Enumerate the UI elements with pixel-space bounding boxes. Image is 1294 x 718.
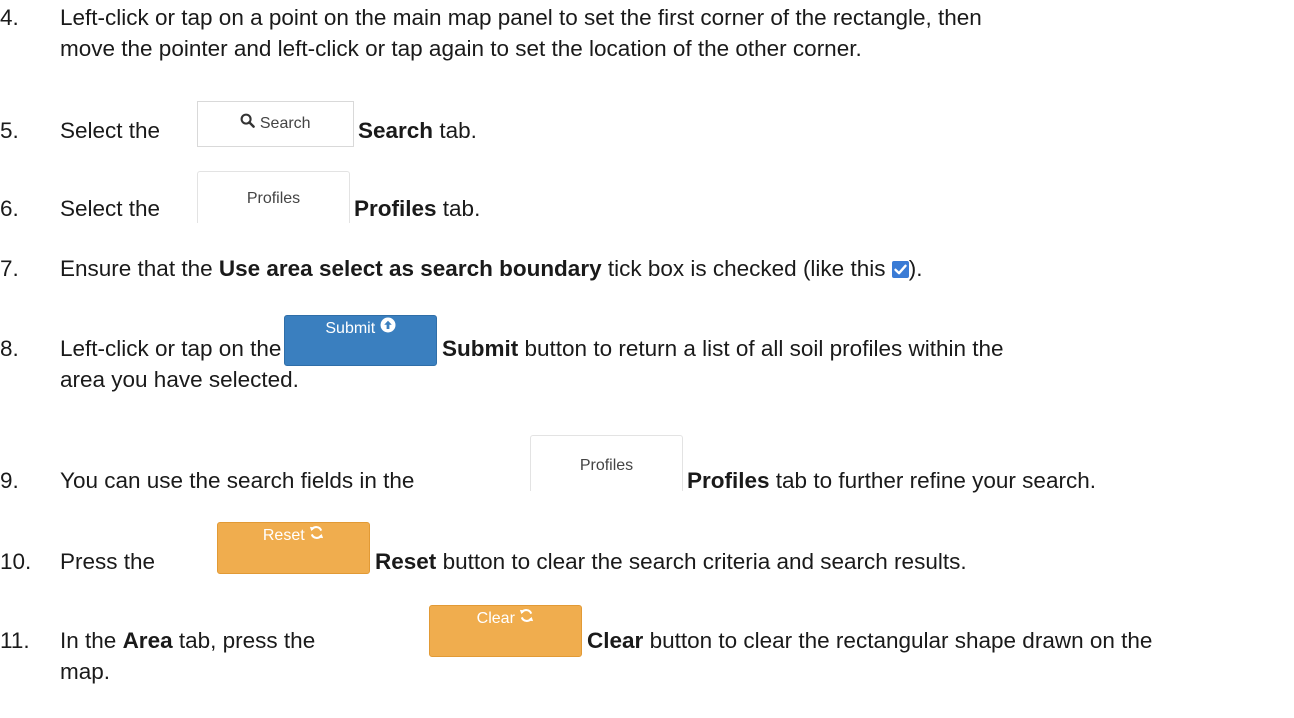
step-number: 8. [0,336,19,361]
step-text: Press the [60,549,156,574]
profiles-tab-image: Profiles [197,171,350,223]
submit-button-label: Submit [325,320,376,338]
step-bold: Clear [587,628,644,653]
step-number: 5. [0,118,19,143]
step-bold: Profiles [354,196,437,221]
step-text: map. [60,659,111,684]
submit-button-image: Submit [284,315,437,366]
refresh-icon [519,606,534,632]
step-bold: Search [358,118,434,143]
search-tab-label: Search [259,115,311,133]
checked-checkbox-icon [891,261,909,278]
profiles-tab-label: Profiles [579,457,634,474]
reset-button-image: Reset [217,522,370,574]
step-text: Select the [60,118,161,143]
refresh-icon [309,523,324,549]
reset-button-label: Reset [262,527,305,545]
circle-arrow-up-icon [380,316,396,342]
profiles-tab-image: Profiles [530,435,683,491]
step-number: 10. [0,549,32,574]
step-number: 9. [0,468,19,493]
clear-button-label: Clear [476,610,515,628]
step-text: area you have selected. [60,367,299,392]
search-tab-image: Search [197,101,354,147]
search-icon [240,102,256,146]
step-number: 11. [0,628,30,653]
step-number: 4. [0,5,19,30]
step-text: You can use the search fields in the [60,468,415,493]
step-bold: Submit [442,336,519,361]
step-bold: Area [122,628,173,653]
step-text: Left-click or tap on the [60,336,282,361]
step-text: Select the [60,196,161,221]
step-bold: Reset [375,549,437,574]
step-text: move the pointer and left-click or tap a… [60,36,862,61]
step-number: 7. [0,256,19,281]
clear-button-image: Clear [429,605,582,657]
step-number: 6. [0,196,19,221]
step-bold: Profiles [687,468,770,493]
step-text: In the Area tab, press the [60,628,316,653]
step-bold: Use area select as search boundary [218,256,602,281]
profiles-tab-label: Profiles [246,190,301,207]
step-text: Left-click or tap on a point on the main… [60,5,982,30]
step-text: Ensure that the Use area select as searc… [60,256,923,281]
